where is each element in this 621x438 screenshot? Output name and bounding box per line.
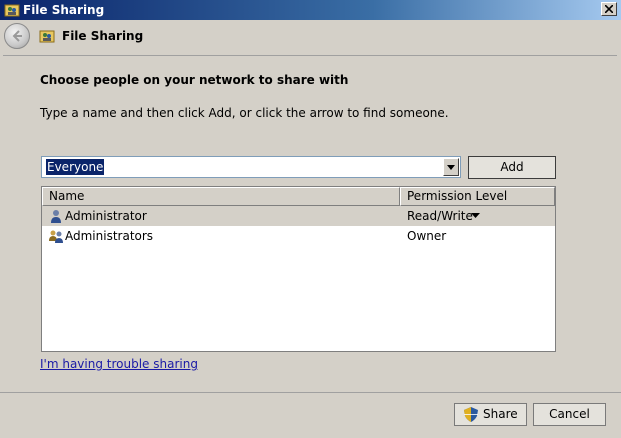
content-panel: Choose people on your network to share w… (3, 55, 617, 393)
back-arrow-icon (12, 30, 22, 42)
file-sharing-icon (39, 30, 55, 43)
chevron-down-icon[interactable] (471, 213, 480, 218)
back-button[interactable] (4, 23, 30, 49)
title-bar[interactable]: File Sharing (0, 0, 621, 20)
uac-shield-icon (464, 407, 478, 422)
list-row-administrators[interactable]: Administrators Owner (42, 226, 555, 246)
list-header: Name Permission Level (42, 187, 555, 206)
cancel-button[interactable]: Cancel (533, 403, 606, 426)
group-icon (49, 230, 63, 243)
row-permission: Owner (407, 229, 447, 243)
share-button[interactable]: Share (454, 403, 527, 426)
close-button[interactable] (601, 2, 617, 16)
window-title: File Sharing (23, 3, 105, 17)
name-combobox[interactable]: Everyone (41, 156, 461, 178)
share-label: Share (483, 407, 518, 421)
row-name: Administrator (65, 209, 147, 223)
trouble-sharing-link[interactable]: I'm having trouble sharing (40, 357, 198, 371)
chevron-down-icon (447, 165, 455, 170)
wizard-title: File Sharing (62, 29, 144, 43)
page-heading: Choose people on your network to share w… (40, 73, 349, 87)
column-header-permission[interactable]: Permission Level (400, 187, 555, 206)
row-name: Administrators (65, 229, 154, 243)
close-icon (605, 5, 613, 13)
list-row-administrator[interactable]: Administrator Read/Write (42, 206, 555, 226)
user-icon (51, 210, 61, 223)
name-input[interactable]: Everyone (46, 159, 105, 175)
dialog-footer: Share Cancel (0, 392, 621, 438)
add-button[interactable]: Add (468, 156, 556, 179)
row-permission[interactable]: Read/Write (407, 209, 473, 223)
column-header-name[interactable]: Name (42, 187, 400, 206)
dropdown-button[interactable] (443, 158, 459, 176)
file-sharing-icon (4, 4, 20, 17)
instructions-text: Type a name and then click Add, or click… (40, 106, 449, 120)
file-sharing-dialog: File Sharing File Sharing Choose people … (0, 0, 621, 438)
people-list[interactable]: Name Permission Level Administrator Read… (41, 186, 556, 352)
wizard-header: File Sharing (0, 20, 621, 52)
